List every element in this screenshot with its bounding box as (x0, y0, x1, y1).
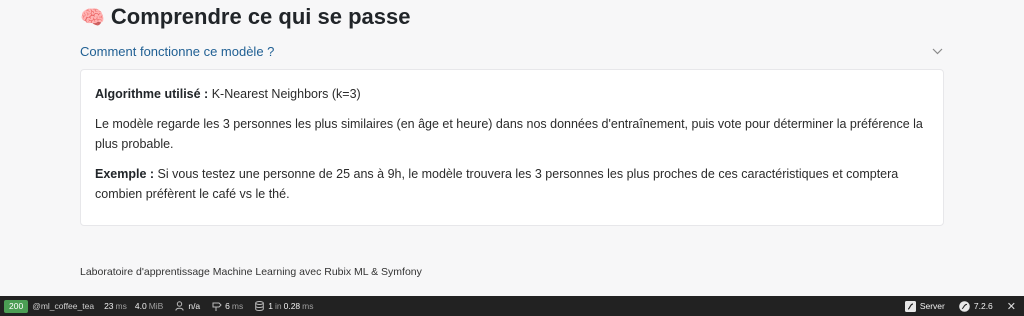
algorithm-line: Algorithme utilisé : K-Nearest Neighbors… (95, 84, 929, 104)
user-icon (175, 301, 185, 311)
db-unit: ms (302, 301, 314, 311)
accordion-body: Algorithme utilisé : K-Nearest Neighbors… (80, 69, 944, 226)
server-panel[interactable]: Server (904, 300, 945, 312)
events-metric[interactable]: 6 ms (212, 301, 243, 311)
symfony-logo-icon (959, 300, 971, 312)
page-title: 🧠 Comprendre ce qui se passe (80, 4, 410, 30)
time-unit: ms (115, 301, 127, 311)
events-value: 6 (225, 301, 230, 311)
brain-icon: 🧠 (80, 5, 105, 29)
toolbar-right: Server 7.2.6 ✕ (904, 296, 1024, 316)
user-metric[interactable]: n/a (175, 301, 200, 311)
algorithm-label: Algorithme utilisé : (95, 87, 209, 101)
chevron-down-icon (930, 44, 944, 58)
events-icon (212, 301, 222, 311)
time-value: 23 (104, 301, 114, 311)
footer-text: Laboratoire d'apprentissage Machine Lear… (80, 266, 422, 278)
symfony-icon (904, 300, 917, 312)
route-name[interactable]: @ml_coffee_tea (32, 301, 94, 311)
events-unit: ms (231, 301, 244, 311)
example-text: Si vous testez une personne de 25 ans à … (95, 167, 899, 201)
user-value: n/a (188, 301, 201, 311)
accordion-toggle[interactable]: Comment fonctionne ce modèle ? (80, 38, 944, 64)
page-title-text: Comprendre ce qui se passe (110, 4, 411, 29)
model-description: Le modèle regarde les 3 personnes les pl… (95, 117, 923, 151)
php-version: 7.2.6 (973, 301, 993, 311)
db-metric[interactable]: 1 in 0.28 ms (255, 301, 314, 311)
memory-value: 4.0 (134, 301, 147, 311)
db-queries: 1 (268, 301, 273, 311)
example-label: Exemple : (95, 167, 155, 181)
memory-unit: MiB (148, 301, 164, 311)
example-line: Exemple : Si vous testez une personne de… (95, 164, 929, 204)
memory-metric[interactable]: 4.0 MiB (135, 301, 163, 311)
algorithm-value: K-Nearest Neighbors (k=3) (211, 87, 361, 101)
php-version-panel[interactable]: 7.2.6 (959, 300, 993, 312)
accordion-label: Comment fonctionne ce modèle ? (80, 43, 275, 59)
time-metric[interactable]: 23 ms (104, 301, 127, 311)
debug-toolbar: 200 @ml_coffee_tea 23 ms 4.0 MiB n/a 6 m… (0, 296, 1024, 316)
db-time: 0.28 (283, 301, 301, 311)
db-in: in (274, 301, 282, 311)
server-label: Server (919, 301, 945, 311)
close-icon[interactable]: ✕ (1007, 300, 1016, 313)
status-badge[interactable]: 200 (4, 299, 29, 313)
database-icon (255, 301, 265, 311)
